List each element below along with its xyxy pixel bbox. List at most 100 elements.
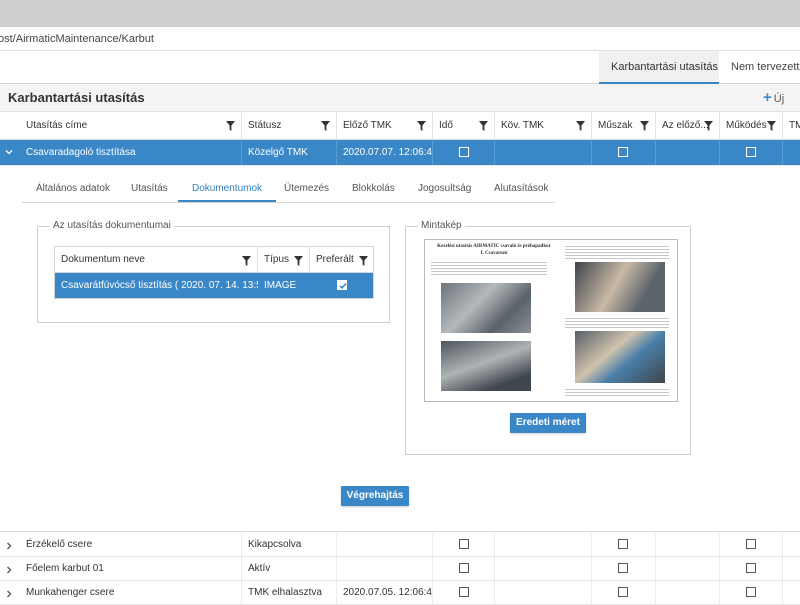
tab-utemezes[interactable]: Ütemezés (270, 178, 343, 202)
cell-preferred (310, 273, 374, 298)
column-label: Típus (264, 254, 290, 265)
filter-icon[interactable] (479, 121, 488, 131)
tab-blokkolas[interactable]: Blokkolás (338, 178, 409, 202)
section-title: Karbantartási utasítás (8, 90, 145, 105)
filter-icon[interactable] (767, 121, 776, 131)
execute-button[interactable]: Végrehajtás (341, 486, 409, 506)
checkbox[interactable] (618, 147, 628, 158)
expand-chevron-icon[interactable] (0, 533, 18, 557)
column-label: Működés (726, 120, 767, 131)
cell-prev-tmk: 2020.07.07. 12:06:48 (337, 140, 433, 165)
preview-photo (441, 341, 531, 391)
collapse-chevron-icon[interactable] (0, 140, 20, 165)
filter-icon[interactable] (321, 121, 330, 131)
filter-icon[interactable] (640, 121, 649, 131)
checkbox[interactable] (618, 539, 628, 550)
document-row-selected[interactable]: Csavarátfúvócső tisztítás ( 2020. 07. 14… (55, 273, 373, 298)
table-row[interactable]: Főelem karbut 01 Aktív (0, 557, 800, 581)
column-header-type[interactable]: Típus (258, 247, 310, 272)
cell-shift (592, 533, 656, 556)
tab-nem-tervezett[interactable]: Nem tervezett g (719, 51, 800, 84)
cell-operation (720, 581, 783, 604)
checkbox[interactable] (459, 563, 469, 574)
column-label: Utasítás címe (26, 120, 88, 131)
filter-icon[interactable] (359, 256, 368, 266)
cell-status: Közelgő TMK (242, 140, 337, 165)
section-header: Karbantartási utasítás + Új (0, 84, 800, 112)
expand-chevron-icon[interactable] (0, 581, 18, 605)
checkbox[interactable] (459, 539, 469, 550)
column-header-preferred[interactable]: Preferált (310, 247, 374, 272)
filter-icon[interactable] (576, 121, 585, 131)
cell-operation (720, 533, 783, 556)
column-label: Dokumentum neve (61, 254, 145, 265)
column-header-prev-tmk[interactable]: Előző TMK (337, 112, 433, 139)
add-button[interactable]: + Új (763, 84, 784, 113)
column-header-doc-name[interactable]: Dokumentum neve (55, 247, 258, 272)
table-row[interactable]: Érzékelő csere Kikapcsolva (0, 533, 800, 557)
expand-chevron-icon[interactable] (0, 557, 18, 581)
checkbox[interactable] (618, 563, 628, 574)
checkbox[interactable] (746, 147, 756, 158)
browser-top-bar (0, 0, 800, 27)
cell-next-tmk (495, 581, 592, 604)
tab-jogosultsag[interactable]: Jogosultság (404, 178, 485, 202)
filter-icon[interactable] (242, 256, 251, 266)
column-header-time[interactable]: Idő (433, 112, 495, 139)
checkbox[interactable] (618, 587, 628, 598)
cell-shift (592, 557, 656, 580)
checkbox[interactable] (746, 587, 756, 598)
preview-text-lines (565, 387, 669, 396)
column-header-status[interactable]: Státusz (242, 112, 337, 139)
filter-icon[interactable] (704, 121, 713, 131)
documents-legend: Az utasítás dokumentumai (50, 220, 174, 231)
checked-checkbox-icon[interactable] (337, 280, 347, 291)
grid-header: Utasítás címe Státusz Előző TMK Idő Köv.… (0, 112, 800, 140)
column-header-shift[interactable]: Műszak (592, 112, 656, 139)
cell-doc-name: Csavarátfúvócső tisztítás ( 2020. 07. 14… (61, 280, 258, 291)
tab-utasitas[interactable]: Utasítás (117, 178, 182, 202)
checkbox[interactable] (746, 563, 756, 574)
cell-prev-tmk (337, 557, 433, 580)
cell-shift (592, 581, 656, 604)
preview-photo (575, 262, 665, 312)
column-label: Preferált (316, 254, 354, 265)
cell-time (433, 533, 495, 556)
cell-title: Főelem karbut 01 (20, 557, 242, 580)
column-header-title[interactable]: Utasítás címe (20, 112, 242, 139)
checkbox[interactable] (459, 587, 469, 598)
table-row[interactable]: Munkahenger csere TMK elhalasztva 2020.0… (0, 581, 800, 605)
column-header-previous[interactable]: Az előző... (656, 112, 720, 139)
add-label: Új (773, 93, 785, 105)
cell-previous (656, 533, 720, 556)
cell-doc-type: IMAGE (264, 280, 297, 291)
filter-icon[interactable] (226, 121, 235, 131)
checkbox[interactable] (746, 539, 756, 550)
documents-fieldset: Az utasítás dokumentumai Dokumentum neve… (37, 220, 390, 323)
column-label: TM (789, 120, 800, 131)
column-header-next-tmk[interactable]: Köv. TMK (495, 112, 592, 139)
column-label: Státusz (248, 120, 282, 131)
table-row-selected[interactable]: Csavaradagoló tisztítása Közelgő TMK 202… (0, 140, 800, 166)
detail-panel: Általános adatok Utasítás Dokumentumok Ü… (0, 166, 800, 532)
column-label: Idő (439, 120, 453, 131)
detail-tabs: Általános adatok Utasítás Dokumentumok Ü… (22, 178, 555, 203)
tab-dokumentumok[interactable]: Dokumentumok (178, 178, 277, 202)
cell-prev-tmk: 2020.07.05. 12:06:48 (337, 581, 433, 604)
address-bar[interactable]: ost/AirmaticMaintenance/Karbut (0, 27, 800, 51)
tab-altalanos-adatok[interactable]: Általános adatok (22, 178, 124, 202)
tab-karbantartasi-utasitas[interactable]: Karbantartási utasítás (599, 51, 719, 84)
preview-photo (441, 283, 531, 333)
filter-icon[interactable] (294, 256, 303, 266)
checkbox[interactable] (459, 147, 469, 158)
column-header-operation[interactable]: Működés (720, 112, 783, 139)
column-header-tm[interactable]: TM (783, 112, 800, 139)
original-size-button[interactable]: Eredeti méret (510, 413, 586, 433)
column-label: Köv. TMK (501, 120, 544, 131)
tab-alutasitasok[interactable]: Alutasítások (480, 178, 562, 202)
cell-operation (720, 140, 783, 165)
preview-text-lines (565, 316, 669, 328)
module-tabstrip: Karbantartási utasítás Nem tervezett g (0, 51, 800, 84)
cell-next-tmk (495, 140, 592, 165)
filter-icon[interactable] (417, 121, 426, 131)
